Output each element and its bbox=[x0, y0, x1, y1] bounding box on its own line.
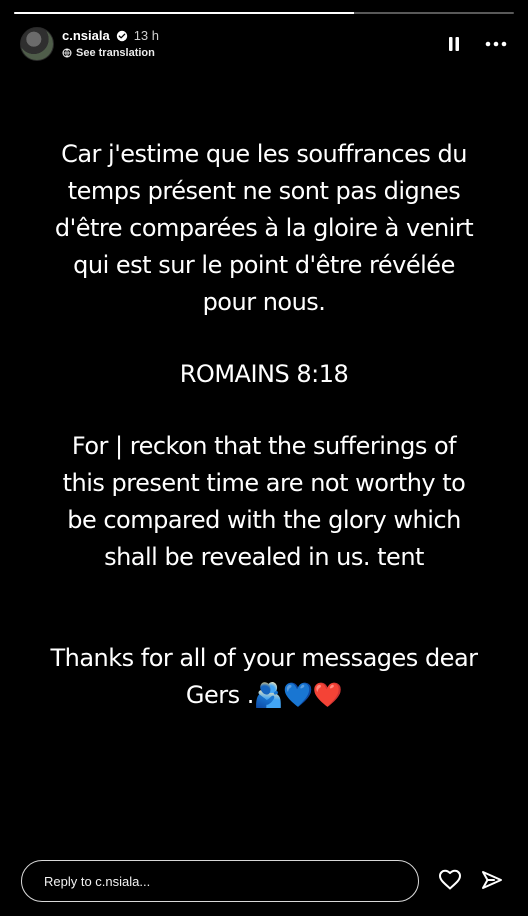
pause-icon[interactable] bbox=[442, 32, 466, 56]
story-viewer: c.nsiala 13 h See translation Car j'esti… bbox=[0, 0, 528, 916]
post-time: 13 h bbox=[133, 28, 160, 44]
more-icon[interactable] bbox=[484, 32, 508, 56]
see-translation-button[interactable]: See translation bbox=[62, 47, 159, 59]
story-header: c.nsiala 13 h See translation bbox=[20, 26, 508, 62]
globe-icon bbox=[62, 48, 72, 58]
user-row: c.nsiala 13 h bbox=[62, 28, 160, 44]
reply-input[interactable] bbox=[42, 872, 398, 890]
story-progress-bar bbox=[14, 12, 514, 14]
story-text-content: Car j'estime que les souffrances du temp… bbox=[36, 136, 492, 714]
verified-icon bbox=[116, 30, 128, 42]
username[interactable]: c.nsiala bbox=[62, 28, 110, 43]
french-verse: Car j'estime que les souffrances du temp… bbox=[54, 140, 474, 316]
send-icon[interactable] bbox=[480, 868, 504, 892]
bible-reference: ROMAINS 8:18 bbox=[179, 360, 349, 388]
heart-icon[interactable] bbox=[438, 868, 462, 892]
footer-actions bbox=[438, 868, 504, 892]
avatar[interactable] bbox=[20, 27, 54, 61]
english-verse: For | reckon that the sufferings of this… bbox=[62, 432, 466, 571]
see-translation-label: See translation bbox=[76, 46, 155, 59]
thanks-message: Thanks for all of your messages dear Ger… bbox=[50, 644, 478, 709]
reply-bar[interactable] bbox=[21, 860, 419, 902]
story-progress-fill bbox=[14, 12, 354, 14]
user-meta: c.nsiala 13 h See translation bbox=[62, 28, 160, 59]
header-actions bbox=[442, 32, 508, 56]
